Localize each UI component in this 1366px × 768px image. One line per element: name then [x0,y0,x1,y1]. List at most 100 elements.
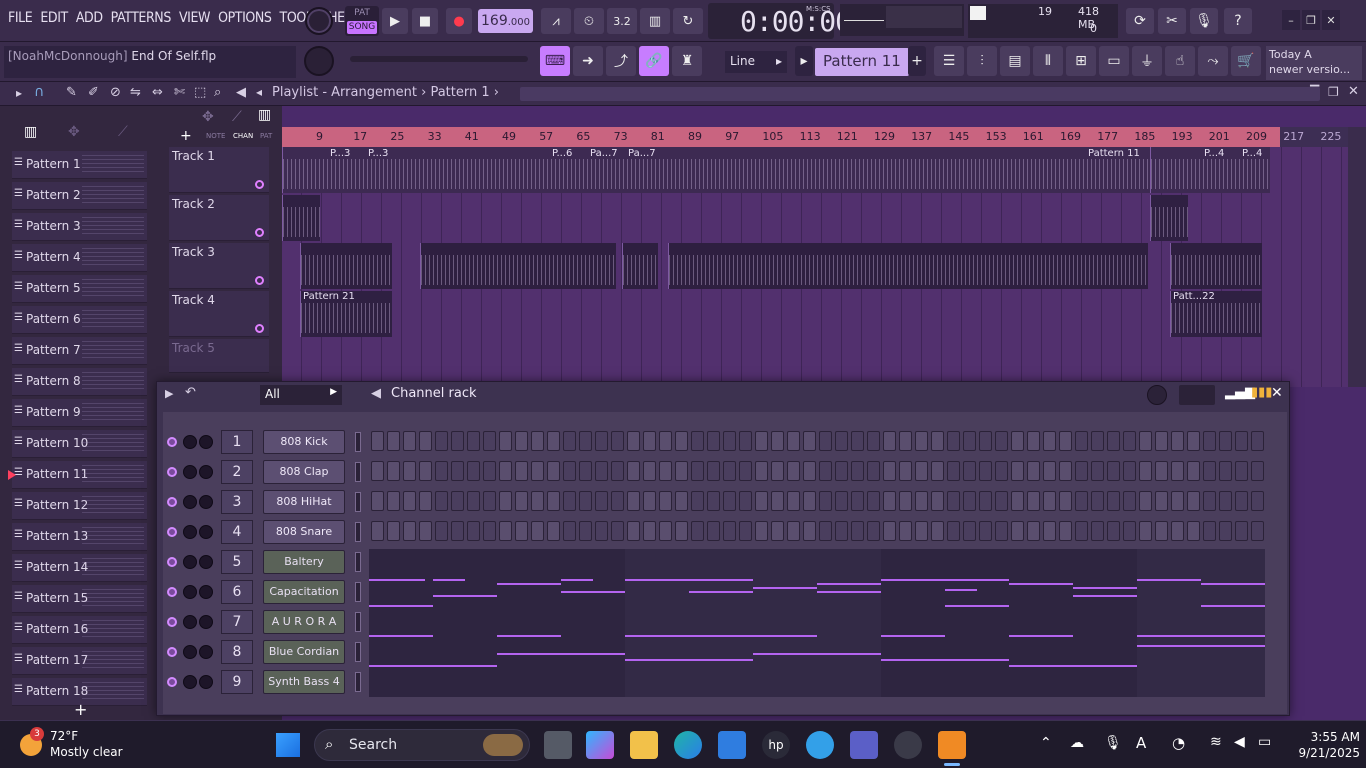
pattern-clip[interactable]: Patt...22 [1170,291,1262,337]
snap-arrow-button[interactable]: ➜ [573,46,603,76]
tab-note[interactable]: NOTE [206,132,225,140]
speaker-icon[interactable]: ◀ [371,386,381,401]
playlist-crumb[interactable]: Pattern 1 [430,85,489,100]
step-button[interactable] [1155,431,1168,451]
step-button[interactable] [659,431,672,451]
step-button[interactable] [1011,431,1024,451]
pattern-item[interactable]: ☰ Pattern 6 [12,306,147,334]
smart-disable-button[interactable]: ⤳ [1198,46,1228,76]
track-mute-led[interactable] [255,228,264,237]
channel-volume-knob[interactable] [183,525,197,539]
tab-pat[interactable]: PAT [260,132,272,140]
step-button[interactable] [931,431,944,451]
step-button[interactable] [963,521,976,541]
step-button[interactable] [643,521,656,541]
close-button[interactable]: ✕ [1322,10,1340,30]
step-button[interactable] [851,521,864,541]
loop-record-button[interactable]: ↻ [673,8,703,34]
channel-name-button[interactable]: 808 Snare [263,520,345,544]
channel-select-indicator[interactable] [355,642,361,662]
step-button[interactable] [1251,521,1264,541]
step-button[interactable] [1235,431,1248,451]
channel-volume-knob[interactable] [183,465,197,479]
channel-pan-knob[interactable] [199,675,213,689]
step-button[interactable] [435,431,448,451]
pen-icon[interactable]: A [1136,734,1146,752]
step-button[interactable] [659,461,672,481]
step-button[interactable] [787,431,800,451]
menu-add[interactable]: ADD [72,8,107,28]
channel-pan-knob[interactable] [199,495,213,509]
pattern-item[interactable]: ☰ Pattern 17 [12,647,147,675]
tab-chan[interactable]: CHAN [233,132,253,140]
piano-icon[interactable]: ▥ [24,124,37,140]
step-button[interactable] [467,491,480,511]
step-button[interactable] [1139,431,1152,451]
channel-mute-led[interactable] [167,467,177,477]
step-button[interactable] [883,521,896,541]
undo-icon[interactable]: ↶ [185,385,196,400]
step-button[interactable] [819,521,832,541]
step-button[interactable] [499,521,512,541]
step-button[interactable] [371,461,384,481]
step-button[interactable] [771,461,784,481]
step-button[interactable] [1235,491,1248,511]
step-button[interactable] [691,521,704,541]
step-button[interactable] [899,461,912,481]
step-button[interactable] [755,461,768,481]
step-button[interactable] [483,461,496,481]
templates-button[interactable]: ▭ [1099,46,1129,76]
step-button[interactable] [915,431,928,451]
channel-volume-knob[interactable] [183,555,197,569]
channel-row[interactable]: 2 808 Clap [163,459,1264,485]
pattern-item[interactable]: ☰ Pattern 11 [8,461,147,489]
stop-button[interactable]: ■ [412,8,438,34]
step-button[interactable] [1187,521,1200,541]
step-button[interactable] [899,491,912,511]
step-button[interactable] [547,461,560,481]
step-button[interactable] [1139,491,1152,511]
pattern-item[interactable]: ☰ Pattern 3 [12,213,147,241]
countdown-button[interactable]: 3.2 [607,8,637,34]
step-button[interactable] [947,491,960,511]
pattern-item[interactable]: ☰ Pattern 15 [12,585,147,613]
track-mute-led[interactable] [255,324,264,333]
step-button[interactable] [627,431,640,451]
step-button[interactable] [1107,491,1120,511]
step-button[interactable] [627,461,640,481]
pat-song-toggle[interactable]: PAT SONG [345,6,379,36]
step-button[interactable] [819,431,832,451]
channel-volume-knob[interactable] [183,435,197,449]
zoom-icon[interactable]: ⌕ [214,85,221,100]
step-button[interactable] [675,521,688,541]
step-button[interactable] [835,431,848,451]
browser-button[interactable]: ⊞ [1066,46,1096,76]
step-button[interactable] [995,521,1008,541]
step-button[interactable] [675,461,688,481]
channel-select-indicator[interactable] [355,492,361,512]
wifi-icon[interactable]: ≋ [1210,734,1222,750]
step-button[interactable] [1027,521,1040,541]
step-button[interactable] [1027,461,1040,481]
step-button[interactable] [739,431,752,451]
step-button[interactable] [1123,491,1136,511]
hp-icon[interactable]: hp [762,731,790,759]
track-mute-led[interactable] [255,180,264,189]
channel-select-indicator[interactable] [355,672,361,692]
stamp-button[interactable]: ♜ [672,46,702,76]
step-button[interactable] [531,461,544,481]
channel-mute-led[interactable] [167,587,177,597]
step-button[interactable] [419,521,432,541]
step-button[interactable] [1027,431,1040,451]
step-button[interactable] [531,431,544,451]
mixer-track-number[interactable]: 9 [221,670,253,694]
step-button[interactable] [691,491,704,511]
windows-start-icon[interactable] [276,733,300,757]
step-button[interactable] [835,461,848,481]
step-button[interactable] [435,521,448,541]
step-button[interactable] [979,521,992,541]
channel-name-button[interactable]: Synth Bass 4 [263,670,345,694]
step-button[interactable] [371,431,384,451]
step-button[interactable] [1235,521,1248,541]
step-button[interactable] [467,431,480,451]
